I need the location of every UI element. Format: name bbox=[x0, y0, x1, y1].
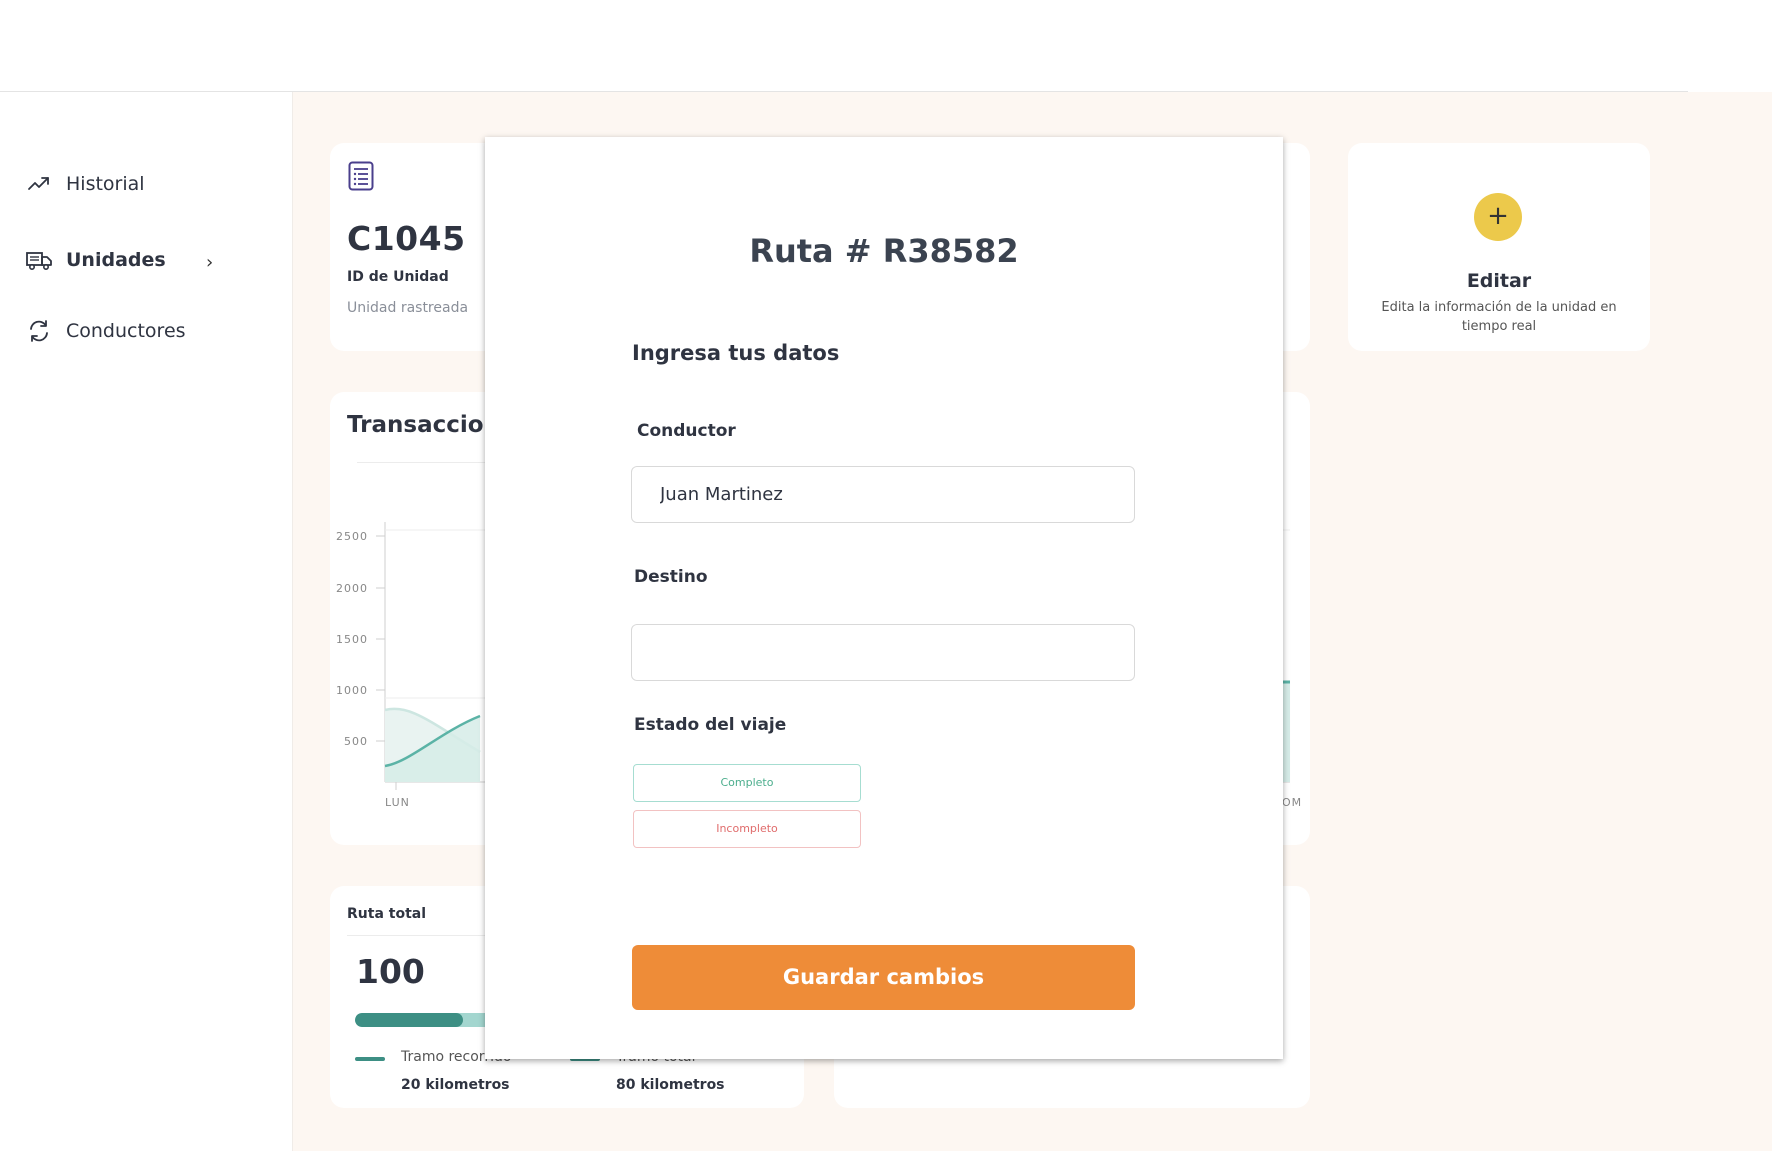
unit-id: C1045 bbox=[347, 219, 466, 258]
trending-up-icon bbox=[26, 171, 52, 197]
legend-line bbox=[355, 1057, 385, 1061]
conductor-label: Conductor bbox=[637, 421, 736, 441]
route-total-value: 100 bbox=[356, 952, 425, 991]
legend-value: 20 kilometros bbox=[401, 1077, 510, 1093]
edit-card: + Editar Edita la información de la unid… bbox=[1348, 143, 1650, 351]
y-tick-label: 2000 bbox=[336, 582, 368, 595]
refresh-icon bbox=[26, 318, 52, 344]
legend-value: 80 kilometros bbox=[616, 1077, 725, 1093]
conductor-input[interactable] bbox=[631, 466, 1135, 523]
status-complete-button[interactable]: Completo bbox=[633, 764, 861, 802]
y-tick-label: 2500 bbox=[336, 530, 368, 543]
sidebar-item-conductores[interactable]: Conductores bbox=[26, 318, 186, 344]
sidebar-item-label: Historial bbox=[66, 173, 145, 195]
chevron-right-icon[interactable]: › bbox=[206, 252, 213, 273]
estado-label: Estado del viaje bbox=[634, 715, 787, 735]
document-list-icon bbox=[348, 161, 374, 195]
route-modal: Ruta # R38582 Ingresa tus datos Conducto… bbox=[485, 137, 1283, 1059]
sidebar-item-label: Conductores bbox=[66, 320, 186, 342]
unit-status: Unidad rastreada bbox=[347, 300, 469, 316]
destino-label: Destino bbox=[634, 567, 708, 587]
status-incomplete-button[interactable]: Incompleto bbox=[633, 810, 861, 848]
edit-title: Editar bbox=[1466, 270, 1532, 292]
sidebar-item-label: Unidades bbox=[66, 249, 166, 271]
x-tick-label: OM bbox=[1282, 796, 1302, 809]
truck-icon bbox=[26, 247, 52, 273]
y-tick-label: 500 bbox=[344, 735, 368, 748]
route-progress-fill bbox=[355, 1013, 463, 1027]
y-tick-label: 1500 bbox=[336, 633, 368, 646]
route-label: Ruta total bbox=[347, 906, 427, 922]
add-button[interactable]: + bbox=[1474, 193, 1522, 241]
y-tick-label: 1000 bbox=[336, 684, 368, 697]
top-bar bbox=[0, 0, 1772, 92]
unit-id-label: ID de Unidad bbox=[347, 269, 449, 285]
sidebar-item-unidades[interactable]: Unidades bbox=[26, 247, 166, 273]
sidebar-item-historial[interactable]: Historial bbox=[26, 171, 145, 197]
destino-input[interactable] bbox=[631, 624, 1135, 681]
modal-title: Ruta # R38582 bbox=[749, 232, 1019, 270]
save-button[interactable]: Guardar cambios bbox=[632, 945, 1135, 1010]
x-tick-label: LUN bbox=[385, 796, 410, 809]
modal-heading: Ingresa tus datos bbox=[632, 341, 840, 365]
edit-description: Edita la información de la unidad en tie… bbox=[1381, 300, 1617, 334]
